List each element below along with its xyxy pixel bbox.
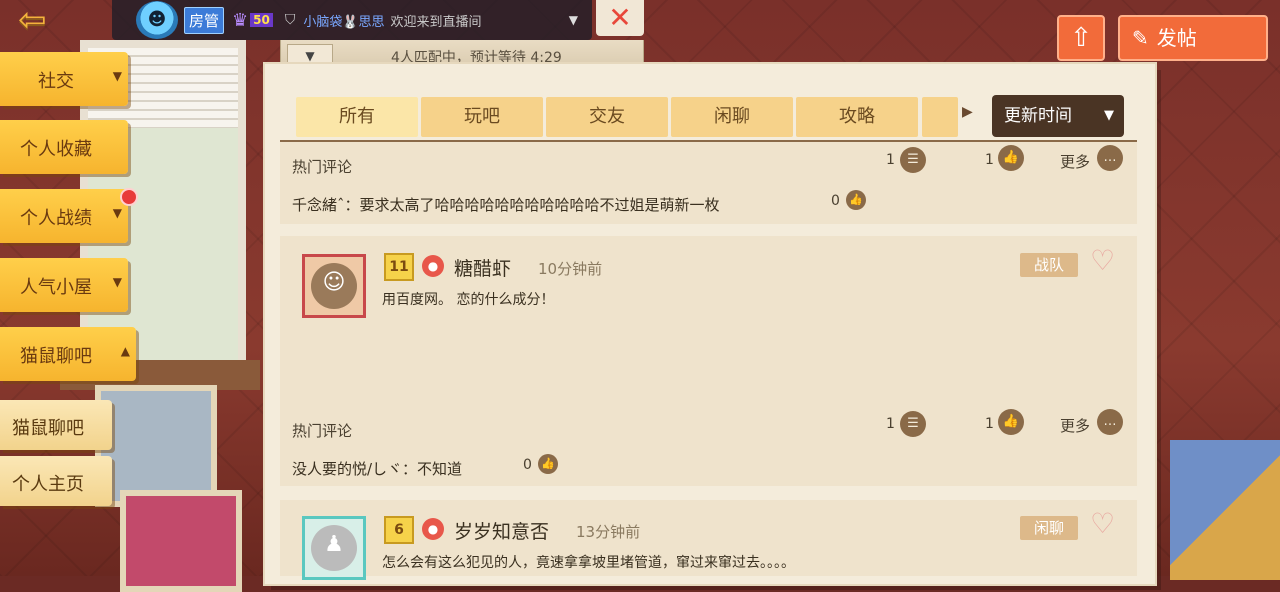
hot-comments-label: 热门评论 [292,158,353,176]
more-icon[interactable]: … [1097,409,1123,435]
sidebar-item-label: 个人战绩 [20,208,92,229]
chevron-down-icon[interactable]: ▼ [569,13,578,27]
back-arrow-icon[interactable]: ⇦ [18,3,78,37]
background-toy-box [95,385,217,507]
edit-icon: ✎ [1132,26,1149,50]
cat-avatar-icon: ☺ [311,263,357,309]
sort-label: 更新时间 [1004,106,1072,126]
background-gift-box [1170,440,1280,580]
post-username[interactable]: 岁岁知意否 [454,517,549,544]
crown-icon: ♛ [232,9,249,31]
sidebar-item-label: 社交 [38,71,74,92]
tab-friends[interactable]: 交友 [546,97,668,137]
sidebar-item-label: 猫鼠聊吧 [20,346,92,367]
chevron-down-icon: ▼ [112,206,122,220]
user-level-badge: 6 [384,516,414,544]
like-count: 1 [985,152,994,168]
more-label[interactable]: 更多 [1060,415,1090,436]
comment-count: 1 [886,416,895,432]
thumbs-up-icon[interactable]: 👍 [998,145,1024,171]
avatar[interactable]: ☺ [302,254,366,318]
post-time: 10分钟前 [538,260,603,278]
sidebar-item-records[interactable]: 个人战绩 ▼ [0,189,128,243]
comment-count: 1 [886,152,895,168]
badge-icon: ● [422,255,444,277]
post-time: 13分钟前 [576,523,641,541]
tab-partial[interactable] [922,97,958,137]
sidebar-item-label: 个人收藏 [20,139,92,160]
post-username[interactable]: 糖醋虾 [454,254,511,281]
chevron-down-icon: ▼ [1104,108,1114,123]
comment-icon[interactable]: ☰ [900,411,926,437]
comment-like-count: 0 [831,193,840,209]
thumbs-up-icon[interactable]: 👍 [998,409,1024,435]
post-button[interactable]: ✎ 发帖 [1118,15,1268,61]
sidebar-item-social[interactable]: 社交 ▼ [0,52,128,106]
sidebar-item-favorites[interactable]: 个人收藏 [0,120,128,174]
comment-icon[interactable]: ☰ [900,147,926,173]
more-icon[interactable]: … [1097,145,1123,171]
chevron-down-icon: ▼ [112,69,122,83]
sort-dropdown[interactable]: 更新时间 ▼ [992,95,1124,137]
welcome-text: 欢迎来到直播间 [390,14,482,30]
more-label[interactable]: 更多 [1060,151,1090,172]
hot-comment-text: 没人要的悦/しヾ：不知道 [292,460,463,478]
tab-scroll-right-icon[interactable]: ▶ [962,104,973,120]
thumbs-up-icon[interactable]: 👍 [846,190,866,210]
background-toy-box [120,490,242,592]
live-room-bar: ☻ 房管 ♛ 50 ⛉ 小脑袋🐰思思 欢迎来到直播间 ▼ [112,0,592,40]
robot-avatar-icon[interactable]: ☻ [136,1,178,39]
hot-comments-label: 热门评论 [292,422,353,440]
sidebar-item-popular-house[interactable]: 人气小屋 ▼ [0,258,128,312]
tab-chat[interactable]: 闲聊 [671,97,793,137]
tab-play[interactable]: 玩吧 [421,97,543,137]
tab-all[interactable]: 所有 [296,97,418,137]
post-button-label: 发帖 [1156,26,1197,50]
avatar[interactable]: ♟ [302,516,366,580]
tab-guide[interactable]: 攻略 [796,97,918,137]
sidebar-item-label: 个人主页 [12,474,84,495]
upload-button[interactable]: ⇧ [1057,15,1105,61]
heart-icon[interactable]: ♡ [1090,507,1115,540]
sidebar-subitem-homepage[interactable]: 个人主页 [0,456,112,506]
sidebar-item-label: 人气小屋 [20,277,92,298]
upload-icon: ⇧ [1070,23,1092,53]
level-badge: 50 [250,13,273,27]
sidebar-item-label: 猫鼠聊吧 [12,418,84,439]
post-body: 怎么会有这么犯见的人，竟速拿拿坡里堵管道，窜过来窜过去。。。。 [382,555,795,571]
role-badge: 房管 [184,6,225,34]
category-tag: 闲聊 [1020,516,1078,540]
user-level-badge: 11 [384,253,414,281]
comment-like-count: 0 [523,457,532,473]
close-button[interactable]: ✕ [596,0,644,36]
sidebar-item-chat-bar[interactable]: 猫鼠聊吧 ▲ [0,327,136,381]
chevron-down-icon: ▼ [112,275,122,289]
heart-icon[interactable]: ♡ [1090,244,1115,277]
like-count: 1 [985,416,994,432]
sidebar-subitem-chat-bar[interactable]: 猫鼠聊吧 [0,400,112,450]
username-label[interactable]: 小脑袋🐰思思 [303,11,384,30]
badge-icon: ● [422,518,444,540]
shield-icon: ⛉ [284,12,296,28]
post-body: 用百度网。 恋的什么成分！ [382,292,555,308]
thumbs-up-icon[interactable]: 👍 [538,454,558,474]
category-tag: 战队 [1020,253,1078,277]
avatar-placeholder-icon: ♟ [311,525,357,571]
chevron-up-icon: ▲ [120,344,130,358]
hot-comment-text: 千念緒ˆ：要求太高了哈哈哈哈哈哈哈哈哈哈哈不过姐是萌新一枚 [292,196,720,214]
notification-dot [120,188,138,206]
